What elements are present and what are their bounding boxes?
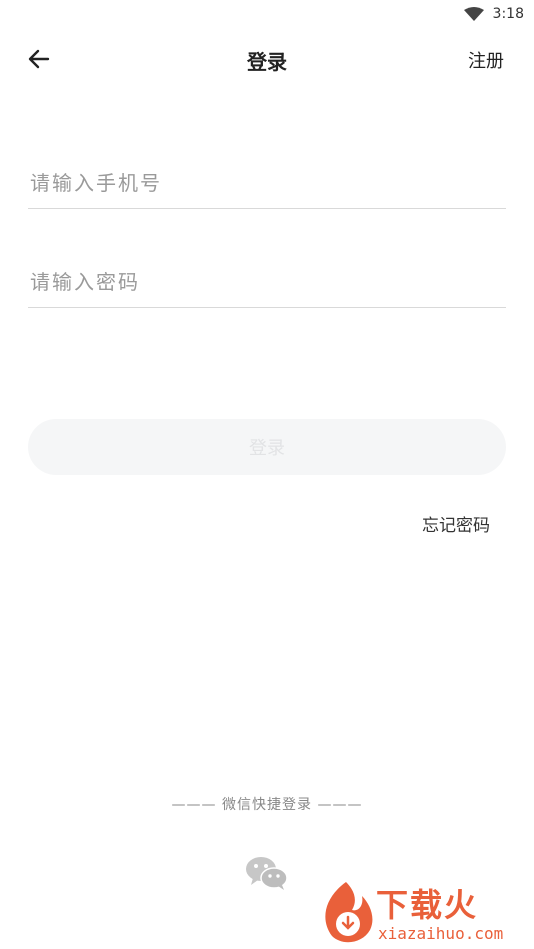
wechat-icon[interactable] <box>245 855 289 891</box>
page-title: 登录 <box>247 50 287 74</box>
phone-input[interactable] <box>28 158 508 208</box>
wechat-login-divider: ——— 微信快捷登录 ——— <box>171 797 363 813</box>
wifi-icon <box>464 7 484 21</box>
register-link[interactable]: 注册 <box>468 47 504 73</box>
login-button[interactable]: 登录 <box>28 419 506 475</box>
watermark-logo: 下载火 xiazaihuo.com <box>316 880 530 946</box>
flame-logo-icon <box>325 882 373 943</box>
watermark-domain: xiazaihuo.com <box>378 924 504 943</box>
status-bar: 3:18 <box>0 0 534 28</box>
watermark-brand: 下载火 <box>376 886 479 924</box>
status-time: 3:18 <box>492 6 524 22</box>
forgot-password-link[interactable]: 忘记密码 <box>422 511 490 536</box>
navigation-bar: 登录 注册 <box>0 34 534 84</box>
phone-field <box>28 158 508 209</box>
password-field <box>28 257 508 308</box>
password-input[interactable] <box>28 257 508 307</box>
